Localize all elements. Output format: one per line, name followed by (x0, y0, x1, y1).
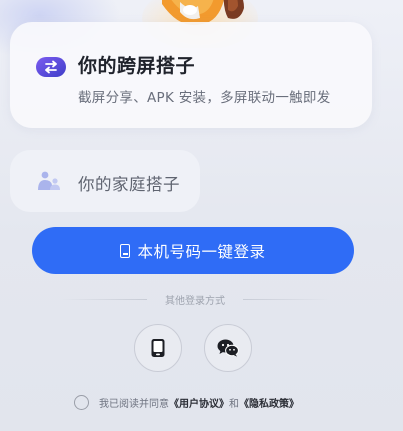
divider-line-right (243, 298, 330, 300)
user-agreement-link[interactable]: 《用户协议》 (169, 395, 229, 410)
one-tap-login-button[interactable]: 本机号码一键登录 (32, 227, 354, 274)
agreement-prefix: 我已阅读并同意 (99, 398, 169, 410)
other-login-label: 其他登录方式 (165, 295, 225, 307)
family-title: 你的家庭搭子 (78, 175, 180, 194)
cross-screen-card[interactable]: 你的跨屏搭子 截屏分享、APK 安装，多屏联动一触即发 (10, 22, 372, 128)
cross-screen-subtitle: 截屏分享、APK 安装，多屏联动一触即发 (78, 90, 331, 106)
family-icon (38, 171, 60, 190)
cross-screen-title: 你的跨屏搭子 (78, 55, 196, 77)
phone-login-button[interactable] (134, 324, 182, 372)
agreement-row: 我已阅读并同意 《用户协议》 和 《隐私政策》 (74, 393, 299, 411)
one-tap-login-label: 本机号码一键登录 (137, 242, 266, 261)
divider-line-left (60, 298, 147, 300)
login-page: 你的跨屏搭子 截屏分享、APK 安装，多屏联动一触即发 你的家庭搭子 本机号码一… (0, 0, 403, 431)
family-card[interactable]: 你的家庭搭子 (10, 150, 200, 212)
agreement-checkbox[interactable] (74, 394, 89, 410)
wechat-icon (217, 339, 239, 357)
privacy-policy-link[interactable]: 《隐私政策》 (239, 395, 299, 410)
mobile-phone-icon (151, 339, 165, 357)
agreement-and: 和 (229, 398, 239, 410)
phone-icon (120, 243, 131, 258)
other-login-divider: 其他登录方式 (60, 291, 330, 307)
wechat-login-button[interactable] (204, 324, 252, 372)
swap-arrows-icon (36, 57, 66, 77)
